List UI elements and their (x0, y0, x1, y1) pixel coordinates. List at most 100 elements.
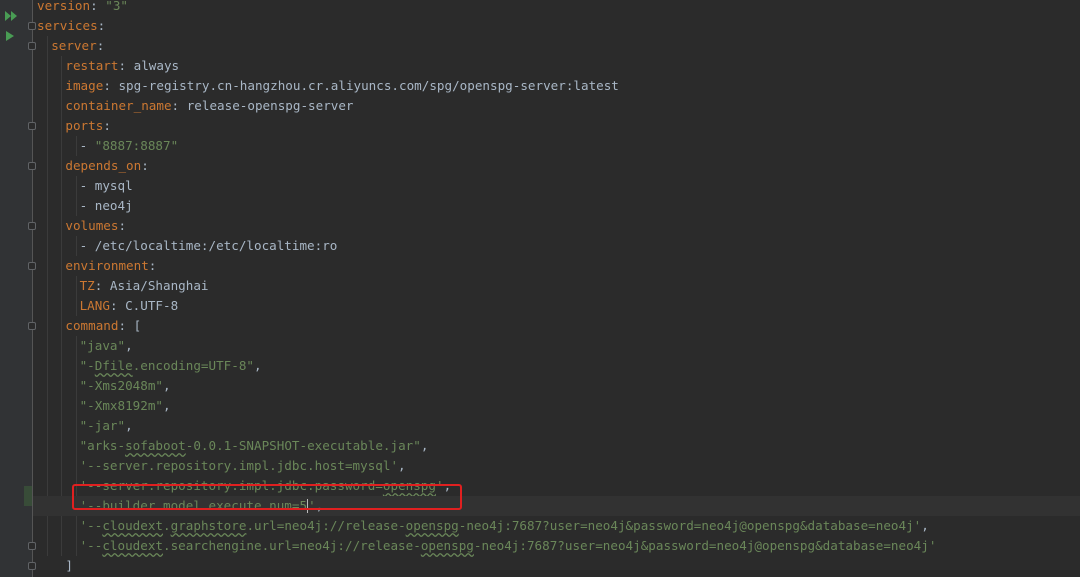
code-line[interactable]: - neo4j (33, 196, 1080, 216)
code-line[interactable]: restart: always (33, 56, 1080, 76)
yaml-string: "3" (105, 0, 128, 13)
yaml-text: , (163, 378, 171, 393)
code-line[interactable]: LANG: C.UTF-8 (33, 296, 1080, 316)
yaml-string: -neo4j:7687?user=neo4j&password=neo4j@op… (473, 538, 937, 553)
yaml-text: : (148, 258, 157, 273)
code-line-text: - neo4j (80, 196, 133, 216)
code-line[interactable]: "-Dfile.encoding=UTF-8", (33, 356, 1080, 376)
yaml-text: : (97, 18, 106, 33)
yaml-text: - (79, 138, 95, 153)
yaml-text: , (125, 418, 133, 433)
fold-marker-icon[interactable] (28, 562, 36, 570)
code-line[interactable]: "-Xmx8192m", (33, 396, 1080, 416)
code-line[interactable]: version: "3" (33, 0, 1080, 16)
code-line[interactable]: environment: (33, 256, 1080, 276)
code-line-text: - "8887:8887" (80, 136, 179, 156)
code-line-text: "-Xmx8192m", (80, 396, 171, 416)
yaml-key: command (65, 318, 119, 333)
code-line[interactable]: server: (33, 36, 1080, 56)
yaml-string: .encoding=UTF-8" (132, 358, 255, 373)
yaml-text: - neo4j (79, 198, 133, 213)
yaml-text: : (103, 118, 111, 133)
yaml-key: TZ (79, 278, 95, 293)
fold-marker-icon[interactable] (28, 542, 36, 550)
yaml-string: Dfile (94, 358, 133, 373)
code-line[interactable]: ] (33, 556, 1080, 576)
code-line[interactable]: "-jar", (33, 416, 1080, 436)
yaml-key: container_name (65, 98, 172, 113)
code-line-text: environment: (65, 256, 156, 276)
code-line-text: ] (65, 556, 73, 576)
code-line[interactable]: '--server.repository.impl.jdbc.host=mysq… (33, 456, 1080, 476)
yaml-key: server (51, 38, 97, 53)
code-line-text: "-Dfile.encoding=UTF-8", (80, 356, 262, 376)
yaml-key: volumes (65, 218, 119, 233)
yaml-text: - /etc/localtime:/etc/localtime:ro (79, 238, 338, 253)
yaml-string: '-- (79, 518, 103, 533)
run-all-icon[interactable] (4, 10, 20, 22)
code-line-text: container_name: release-openspg-server (65, 96, 353, 116)
fold-marker-icon[interactable] (28, 322, 36, 330)
run-icon[interactable] (4, 30, 16, 42)
yaml-key: restart (65, 58, 119, 73)
code-line[interactable]: - /etc/localtime:/etc/localtime:ro (33, 236, 1080, 256)
yaml-key: services (37, 18, 98, 33)
fold-marker-icon[interactable] (28, 222, 36, 230)
yaml-text: : C.UTF-8 (109, 298, 179, 313)
yaml-string: cloudext (102, 538, 164, 553)
fold-marker-icon[interactable] (28, 42, 36, 50)
fold-marker-icon[interactable] (28, 122, 36, 130)
yaml-text: : spg-registry.cn-hangzhou.cr.aliyuncs.c… (103, 78, 619, 93)
yaml-string: "-jar" (79, 418, 126, 433)
yaml-string: '-- (79, 538, 103, 553)
fold-marker-icon[interactable] (28, 262, 36, 270)
yaml-string: '--server.repository.impl.jdbc.host=mysq… (79, 458, 399, 473)
code-line-text: volumes: (65, 216, 126, 236)
yaml-string: . (163, 518, 171, 533)
yaml-text: : always (118, 58, 180, 73)
code-line-text: "-Xms2048m", (80, 376, 171, 396)
code-line[interactable]: - "8887:8887" (33, 136, 1080, 156)
code-line-text: "java", (80, 336, 133, 356)
fold-marker-icon[interactable] (28, 162, 36, 170)
yaml-text: - mysql (79, 178, 133, 193)
code-line-text: version: "3" (37, 0, 128, 16)
code-line-text: "-jar", (80, 416, 133, 436)
code-line[interactable]: ports: (33, 116, 1080, 136)
code-line[interactable]: '--cloudext.searchengine.url=neo4j://rel… (33, 536, 1080, 556)
yaml-string: "-Xms2048m" (79, 378, 163, 393)
code-line[interactable]: TZ: Asia/Shanghai (33, 276, 1080, 296)
code-line-text: services: (37, 16, 105, 36)
yaml-text: , (921, 518, 929, 533)
yaml-string: "-Xmx8192m" (79, 398, 163, 413)
code-line[interactable]: command: [ (33, 316, 1080, 336)
code-line[interactable]: services: (33, 16, 1080, 36)
code-line[interactable]: "arks-sofaboot-0.0.1-SNAPSHOT-executable… (33, 436, 1080, 456)
fold-marker-icon[interactable] (28, 22, 36, 30)
code-line[interactable]: volumes: (33, 216, 1080, 236)
yaml-text: , (125, 338, 133, 353)
yaml-string: cloudext (102, 518, 164, 533)
code-line-text: - mysql (80, 176, 133, 196)
yaml-string: sofaboot (125, 438, 186, 453)
code-line-text: LANG: C.UTF-8 (80, 296, 179, 316)
code-line[interactable]: "java", (33, 336, 1080, 356)
changed-line-marker (24, 486, 32, 506)
yaml-text: , (420, 438, 429, 453)
code-line-text: image: spg-registry.cn-hangzhou.cr.aliyu… (65, 76, 619, 96)
yaml-text: : (118, 218, 127, 233)
yaml-key: version (37, 0, 91, 13)
code-line[interactable]: '--cloudext.graphstore.url=neo4j://relea… (33, 516, 1080, 536)
code-line[interactable]: - mysql (33, 176, 1080, 196)
code-line[interactable]: container_name: release-openspg-server (33, 96, 1080, 116)
yaml-text: ] (65, 558, 73, 573)
code-line[interactable]: "-Xms2048m", (33, 376, 1080, 396)
yaml-string: "- (79, 358, 95, 373)
yaml-string: openspg (405, 518, 459, 533)
yaml-key: image (65, 78, 104, 93)
yaml-text: : release-openspg-server (171, 98, 354, 113)
yaml-string: -0.0.1-SNAPSHOT-executable.jar" (185, 438, 421, 453)
code-line[interactable]: depends_on: (33, 156, 1080, 176)
code-line[interactable]: image: spg-registry.cn-hangzhou.cr.aliyu… (33, 76, 1080, 96)
yaml-key: environment (65, 258, 149, 273)
